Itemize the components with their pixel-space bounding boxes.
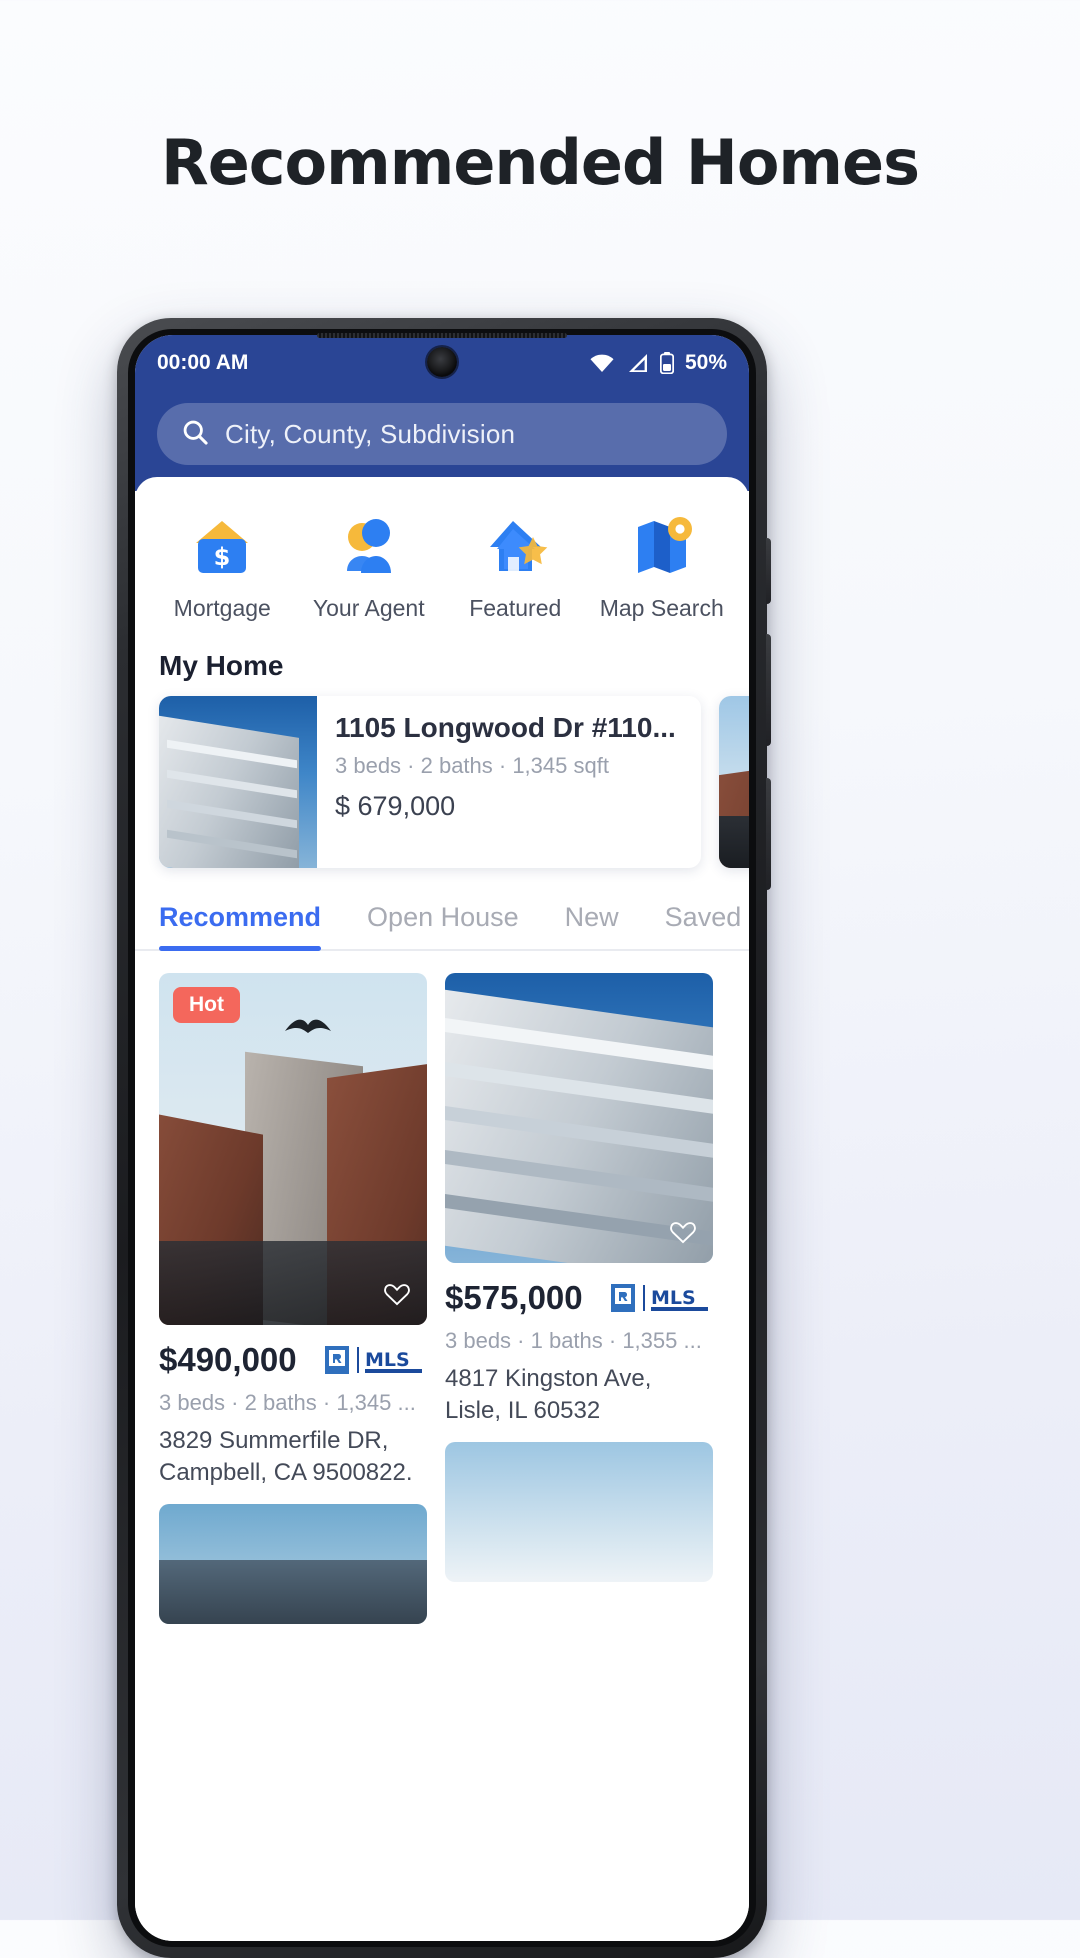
wifi-icon [589, 353, 615, 373]
listings-column-left: Hot $490,000 MLS 3 beds · 2 baths · 1,34… [159, 973, 427, 1642]
phone-button-volume-down [766, 778, 771, 890]
my-home-meta: 3 beds · 2 baths · 1,345 sqft [335, 753, 609, 778]
phone-button-top [766, 538, 771, 604]
search-section: City, County, Subdivision [135, 391, 749, 491]
listing-price: $490,000 [159, 1341, 297, 1378]
listing-address: 4817 Kingston Ave, Lisle, IL 60532 [445, 1365, 652, 1424]
listing-price-row: $490,000 MLS [159, 1341, 427, 1379]
listing-photo-next[interactable] [445, 1442, 713, 1583]
listing-photo[interactable] [445, 973, 713, 1263]
realtor-mls-logo: MLS [324, 1345, 427, 1375]
heart-icon[interactable] [383, 1280, 411, 1311]
battery-icon [659, 352, 674, 374]
featured-house-star-icon [442, 507, 589, 585]
battery-percent: 50% [684, 351, 727, 374]
listings-grid: Hot $490,000 MLS 3 beds · 2 baths · 1,34… [135, 951, 749, 1642]
listing-card[interactable]: Hot $490,000 MLS 3 beds · 2 baths · 1,34… [159, 973, 427, 1625]
quick-action-map-search[interactable]: Map Search [589, 507, 736, 622]
agent-people-icon [296, 507, 443, 585]
search-input[interactable]: City, County, Subdivision [157, 403, 727, 465]
my-home-info: 1105 Longwood Dr #110... 3 beds · 2 bath… [317, 696, 690, 868]
hot-badge: Hot [173, 987, 240, 1023]
search-icon [181, 418, 209, 451]
quick-action-label: Map Search [599, 595, 724, 621]
status-icons: 50% [589, 351, 727, 375]
my-home-title: My Home [159, 650, 284, 681]
my-home-card-next[interactable] [719, 696, 749, 868]
search-placeholder: City, County, Subdivision [225, 418, 516, 449]
quick-action-mortgage[interactable]: $ Mortgage [149, 507, 296, 622]
quick-action-label: Your Agent [312, 595, 425, 621]
listing-tabs[interactable]: Recommend Open House New Saved [135, 890, 749, 951]
listing-price-row: $575,000 MLS [445, 1279, 713, 1317]
content-sheet: $ Mortgage Your Agent Featured Map Searc… [135, 477, 749, 1941]
tab-recommend[interactable]: Recommend [159, 890, 322, 951]
svg-text:MLS: MLS [365, 1349, 410, 1371]
front-camera-punch-hole [427, 347, 457, 377]
mortgage-wallet-icon: $ [149, 507, 296, 585]
listing-card[interactable]: $575,000 MLS 3 beds · 1 baths · 1,355 ..… [445, 973, 713, 1583]
listing-address: 3829 Summerfile DR, Campbell, CA 9500822… [159, 1427, 413, 1486]
listings-column-right: $575,000 MLS 3 beds · 1 baths · 1,355 ..… [445, 973, 713, 1642]
page-title: Recommended Homes [161, 126, 920, 199]
listing-price: $575,000 [445, 1279, 583, 1316]
tab-saved[interactable]: Saved [665, 890, 742, 949]
status-time: 00:00 AM [157, 351, 249, 374]
status-bar: 00:00 AM 50% [135, 335, 749, 391]
map-pin-icon [589, 507, 736, 585]
my-home-card[interactable]: 1105 Longwood Dr #110... 3 beds · 2 bath… [159, 696, 701, 868]
tab-new[interactable]: New [565, 890, 619, 949]
listing-photo[interactable]: Hot [159, 973, 427, 1325]
phone-screen: 00:00 AM 50% City, County, Subdivision $… [135, 335, 749, 1941]
cell-signal-icon [626, 353, 649, 373]
phone-button-volume-up [766, 634, 771, 746]
my-home-price: $ 679,000 [335, 791, 456, 821]
phone-bezel: 00:00 AM 50% City, County, Subdivision $… [128, 329, 756, 1947]
quick-actions-row: $ Mortgage Your Agent Featured Map Searc… [135, 477, 749, 632]
my-home-photo-next [719, 696, 749, 868]
my-home-photo [159, 696, 317, 868]
quick-action-featured[interactable]: Featured [442, 507, 589, 622]
heart-icon[interactable] [669, 1218, 697, 1249]
quick-action-label: Mortgage [173, 595, 271, 621]
listing-photo-next[interactable] [159, 1504, 427, 1625]
my-home-carousel[interactable]: 1105 Longwood Dr #110... 3 beds · 2 bath… [135, 682, 749, 890]
listing-meta: 3 beds · 2 baths · 1,345 ... [159, 1390, 416, 1415]
tab-open-house[interactable]: Open House [367, 890, 519, 949]
svg-text:$: $ [214, 543, 231, 571]
listing-meta: 3 beds · 1 baths · 1,355 ... [445, 1328, 702, 1353]
my-home-address: 1105 Longwood Dr #110... [335, 712, 676, 743]
realtor-mls-logo: MLS [610, 1283, 713, 1313]
svg-text:MLS: MLS [651, 1287, 696, 1309]
phone-mockup: 00:00 AM 50% City, County, Subdivision $… [117, 318, 771, 1958]
earpiece-speaker [317, 333, 567, 338]
quick-action-label: Featured [469, 595, 562, 621]
quick-action-your-agent[interactable]: Your Agent [296, 507, 443, 622]
